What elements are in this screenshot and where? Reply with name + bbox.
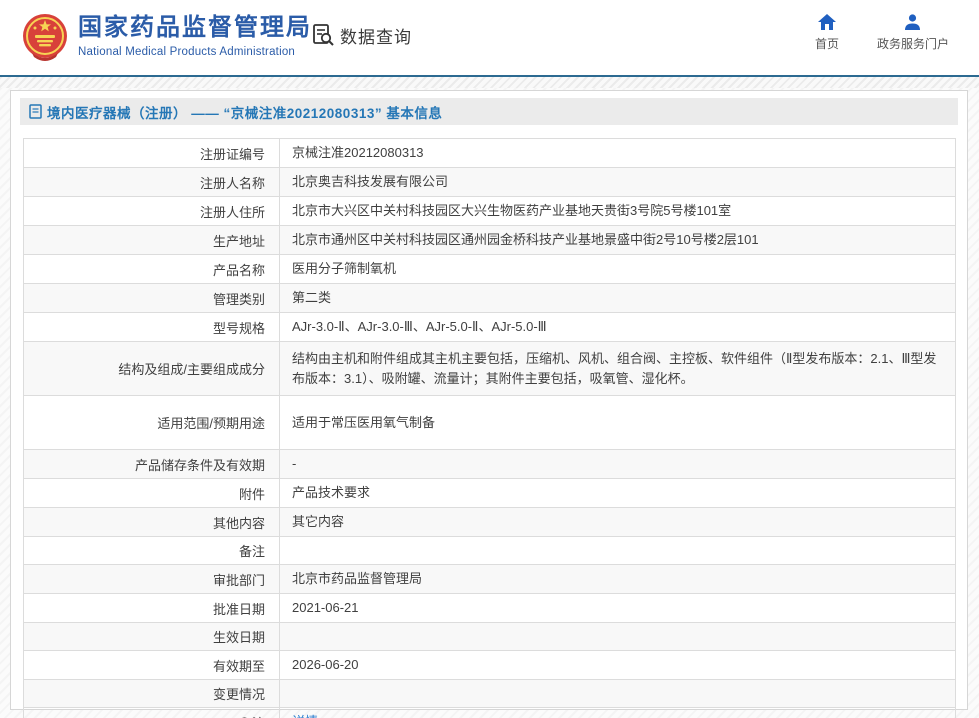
table-row: 附件产品技术要求 <box>24 479 956 508</box>
field-label: 其他内容 <box>24 508 280 537</box>
field-value: 北京市大兴区中关村科技园区大兴生物医药产业基地天贵街3号院5号楼101室 <box>280 197 956 226</box>
agency-name-en: National Medical Products Administration <box>78 46 312 58</box>
agency-title-block: 国家药品监督管理局 National Medical Products Admi… <box>78 13 312 58</box>
info-table: 注册证编号京械注准20212080313注册人名称北京奥吉科技发展有限公司注册人… <box>23 138 956 718</box>
field-label: 审批部门 <box>24 565 280 594</box>
table-row: 变更情况 <box>24 680 956 708</box>
table-row: 适用范围/预期用途适用于常压医用氧气制备 <box>24 396 956 450</box>
field-label: 结构及组成/主要组成成分 <box>24 342 280 396</box>
field-label: 管理类别 <box>24 284 280 313</box>
user-icon <box>904 14 921 30</box>
table-row: 注册证编号京械注准20212080313 <box>24 139 956 168</box>
field-value: 医用分子筛制氧机 <box>280 255 956 284</box>
field-value: 2026-06-20 <box>280 651 956 680</box>
field-value: 产品技术要求 <box>280 479 956 508</box>
data-query-label: 数据查询 <box>340 23 412 48</box>
field-label: 备注 <box>24 537 280 565</box>
field-label: 型号规格 <box>24 313 280 342</box>
national-emblem-logo <box>22 13 68 61</box>
table-row: 批准日期2021-06-21 <box>24 594 956 623</box>
table-row: 注册人名称北京奥吉科技发展有限公司 <box>24 168 956 197</box>
field-value <box>280 537 956 565</box>
nav-home[interactable]: 首页 <box>815 14 839 52</box>
field-value: 详情 <box>280 708 956 718</box>
agency-name-cn: 国家药品监督管理局 <box>78 13 312 43</box>
table-row: 产品名称医用分子筛制氧机 <box>24 255 956 284</box>
page-background: 境内医疗器械（注册） —— “京械注准20212080313” 基本信息 注册证… <box>0 88 979 718</box>
header-nav: 首页 政务服务门户 <box>815 14 949 52</box>
field-value: 北京市药品监督管理局 <box>280 565 956 594</box>
field-label: 注 <box>24 708 280 718</box>
field-value: 其它内容 <box>280 508 956 537</box>
field-label: 注册证编号 <box>24 139 280 168</box>
table-row: 产品储存条件及有效期- <box>24 450 956 479</box>
table-row: 备注 <box>24 537 956 565</box>
table-row: 其他内容其它内容 <box>24 508 956 537</box>
stripe-band <box>0 77 979 88</box>
field-value: 北京市通州区中关村科技园区通州园金桥科技产业基地景盛中街2号10号楼2层101 <box>280 226 956 255</box>
field-value: - <box>280 450 956 479</box>
field-label: 有效期至 <box>24 651 280 680</box>
field-label: 注册人住所 <box>24 197 280 226</box>
site-header: 国家药品监督管理局 National Medical Products Admi… <box>0 0 979 75</box>
table-row: 生效日期 <box>24 623 956 651</box>
page-title: 境内医疗器械（注册） —— “京械注准20212080313” 基本信息 <box>47 102 442 122</box>
nav-home-label: 首页 <box>815 35 839 52</box>
field-value: AJr-3.0-Ⅱ、AJr-3.0-Ⅲ、AJr-5.0-Ⅱ、AJr-5.0-Ⅲ <box>280 313 956 342</box>
field-label: 注册人名称 <box>24 168 280 197</box>
field-value: 适用于常压医用氧气制备 <box>280 396 956 450</box>
table-row: 管理类别第二类 <box>24 284 956 313</box>
field-value: 第二类 <box>280 284 956 313</box>
table-row: 注详情 <box>24 708 956 718</box>
field-label: 生效日期 <box>24 623 280 651</box>
table-row: 审批部门北京市药品监督管理局 <box>24 565 956 594</box>
field-label: 适用范围/预期用途 <box>24 396 280 450</box>
field-label: 产品储存条件及有效期 <box>24 450 280 479</box>
nav-portal-label: 政务服务门户 <box>877 35 949 52</box>
table-row: 注册人住所北京市大兴区中关村科技园区大兴生物医药产业基地天贵街3号院5号楼101… <box>24 197 956 226</box>
table-row: 结构及组成/主要组成成分结构由主机和附件组成其主机主要包括，压缩机、风机、组合阀… <box>24 342 956 396</box>
details-link[interactable]: 详情 <box>292 714 318 718</box>
content-panel: 境内医疗器械（注册） —— “京械注准20212080313” 基本信息 注册证… <box>10 90 968 710</box>
field-value <box>280 680 956 708</box>
home-icon <box>818 14 836 30</box>
data-query-nav[interactable]: 数据查询 <box>310 22 412 48</box>
field-value: 北京奥吉科技发展有限公司 <box>280 168 956 197</box>
field-value: 京械注准20212080313 <box>280 139 956 168</box>
document-search-icon <box>310 22 336 48</box>
info-table-body: 注册证编号京械注准20212080313注册人名称北京奥吉科技发展有限公司注册人… <box>24 139 956 718</box>
field-value: 2021-06-21 <box>280 594 956 623</box>
field-label: 生产地址 <box>24 226 280 255</box>
page-title-bar: 境内医疗器械（注册） —— “京械注准20212080313” 基本信息 <box>20 98 958 125</box>
field-label: 附件 <box>24 479 280 508</box>
nav-portal[interactable]: 政务服务门户 <box>877 14 949 52</box>
table-row: 有效期至2026-06-20 <box>24 651 956 680</box>
document-icon <box>29 104 42 119</box>
field-value: 结构由主机和附件组成其主机主要包括，压缩机、风机、组合阀、主控板、软件组件（Ⅱ型… <box>280 342 956 396</box>
field-label: 批准日期 <box>24 594 280 623</box>
field-label: 产品名称 <box>24 255 280 284</box>
table-row: 生产地址北京市通州区中关村科技园区通州园金桥科技产业基地景盛中街2号10号楼2层… <box>24 226 956 255</box>
field-label: 变更情况 <box>24 680 280 708</box>
table-row: 型号规格AJr-3.0-Ⅱ、AJr-3.0-Ⅲ、AJr-5.0-Ⅱ、AJr-5.… <box>24 313 956 342</box>
field-value <box>280 623 956 651</box>
